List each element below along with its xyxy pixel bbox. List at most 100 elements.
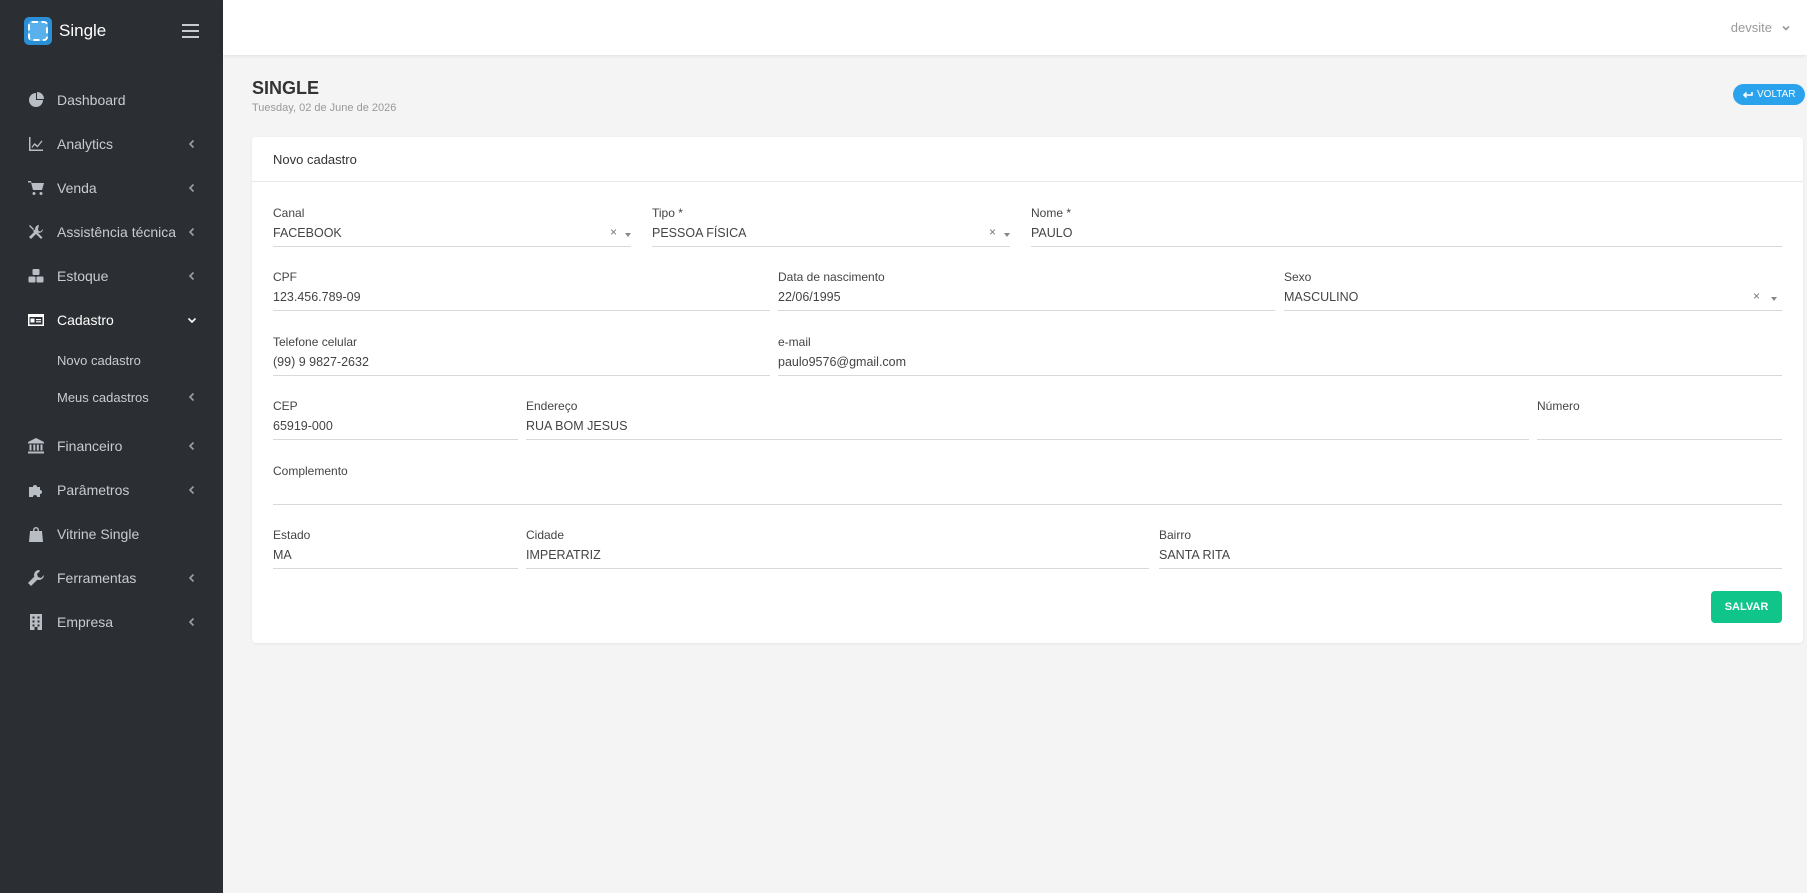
canal-caret-icon[interactable] bbox=[625, 233, 631, 237]
canal-field: Canal FACEBOOK × bbox=[273, 206, 631, 247]
sidebar-item-label: Dashboard bbox=[57, 92, 126, 108]
complemento-input[interactable] bbox=[273, 481, 1782, 505]
sidebar-item-financeiro[interactable]: Financeiro bbox=[0, 424, 223, 468]
sidebar-item-label: Vitrine Single bbox=[57, 526, 140, 542]
endereco-label: Endereço bbox=[526, 399, 578, 413]
sidebar-item-label: Venda bbox=[57, 180, 97, 196]
sexo-field: Sexo MASCULINO × bbox=[1284, 270, 1782, 311]
chevron-down-icon bbox=[1782, 25, 1790, 31]
complemento-label: Complemento bbox=[273, 464, 348, 478]
back-button-label: VOLTAR bbox=[1757, 89, 1796, 100]
telefone-field: Telefone celular (99) 9 9827-2632 bbox=[273, 335, 770, 376]
dashboard-icon bbox=[28, 92, 44, 108]
nascimento-label: Data de nascimento bbox=[778, 270, 885, 284]
chevron-left-icon bbox=[186, 137, 198, 149]
boxes-icon bbox=[28, 268, 44, 284]
cpf-field: CPF 123.456.789-09 bbox=[273, 270, 770, 311]
return-arrow-icon bbox=[1742, 91, 1753, 98]
tipo-select[interactable]: PESSOA FÍSICA bbox=[652, 223, 1010, 247]
numero-input[interactable] bbox=[1537, 416, 1782, 440]
sidebar-item-vitrine-single[interactable]: Vitrine Single bbox=[0, 512, 223, 556]
tools-icon bbox=[28, 224, 44, 240]
wrench-icon bbox=[28, 570, 44, 586]
sidebar-item-label: Meus cadastros bbox=[57, 390, 149, 405]
menu-toggle-icon[interactable] bbox=[182, 24, 199, 38]
brand[interactable]: Single bbox=[0, 0, 223, 62]
sidebar-item-venda[interactable]: Venda bbox=[0, 166, 223, 210]
sidebar-item-parametros[interactable]: Parâmetros bbox=[0, 468, 223, 512]
user-name: devsite bbox=[1730, 20, 1772, 35]
sexo-label: Sexo bbox=[1284, 270, 1312, 284]
chevron-left-icon bbox=[186, 439, 198, 451]
sidebar-item-cadastro[interactable]: Cadastro bbox=[0, 298, 223, 342]
endereco-input[interactable]: RUA BOM JESUS bbox=[526, 416, 1529, 440]
cep-input[interactable]: 65919-000 bbox=[273, 416, 518, 440]
chevron-down-icon bbox=[186, 313, 198, 325]
tipo-field: Tipo * PESSOA FÍSICA × bbox=[652, 206, 1010, 247]
telefone-input[interactable]: (99) 9 9827-2632 bbox=[273, 352, 770, 376]
telefone-label: Telefone celular bbox=[273, 335, 358, 349]
numero-field: Número bbox=[1537, 399, 1782, 440]
chevron-left-icon bbox=[186, 225, 198, 237]
sidebar-item-assistencia-tecnica[interactable]: Assistência técnica bbox=[0, 210, 223, 254]
endereco-field: Endereço RUA BOM JESUS bbox=[526, 399, 1529, 440]
user-menu[interactable]: devsite bbox=[1731, 20, 1791, 35]
complemento-field: Complemento bbox=[273, 464, 1782, 505]
estado-field: Estado MA bbox=[273, 528, 518, 569]
back-button[interactable]: VOLTAR bbox=[1733, 84, 1805, 105]
building-icon bbox=[28, 614, 44, 630]
nascimento-field: Data de nascimento 22/06/1995 bbox=[778, 270, 1275, 311]
cep-label: CEP bbox=[273, 399, 298, 413]
sexo-caret-icon[interactable] bbox=[1771, 297, 1777, 301]
nascimento-input[interactable]: 22/06/1995 bbox=[778, 287, 1275, 311]
nome-input[interactable]: PAULO bbox=[1031, 223, 1782, 247]
chevron-left-icon bbox=[186, 615, 198, 627]
sidebar-item-label: Ferramentas bbox=[57, 570, 137, 586]
chevron-left-icon bbox=[186, 571, 198, 583]
chevron-left-icon bbox=[186, 269, 198, 281]
estado-input[interactable]: MA bbox=[273, 545, 518, 569]
canal-clear-icon[interactable]: × bbox=[610, 225, 617, 239]
cidade-label: Cidade bbox=[526, 528, 565, 542]
nome-label: Nome * bbox=[1031, 206, 1072, 220]
bairro-input[interactable]: SANTA RITA bbox=[1159, 545, 1782, 569]
canal-select[interactable]: FACEBOOK bbox=[273, 223, 631, 247]
cep-field: CEP 65919-000 bbox=[273, 399, 518, 440]
sidebar-item-label: Estoque bbox=[57, 268, 109, 284]
sidebar-subitem-meus-cadastros[interactable]: Meus cadastros bbox=[0, 379, 223, 416]
bairro-label: Bairro bbox=[1159, 528, 1192, 542]
email-input[interactable]: paulo9576@gmail.com bbox=[778, 352, 1782, 376]
card-title: Novo cadastro bbox=[252, 137, 1803, 182]
sidebar-subitem-novo-cadastro[interactable]: Novo cadastro bbox=[0, 342, 223, 379]
email-label: e-mail bbox=[778, 335, 811, 349]
numero-label: Número bbox=[1537, 399, 1580, 413]
shopping-bag-icon bbox=[28, 526, 44, 542]
cidade-field: Cidade IMPERATRIZ bbox=[526, 528, 1149, 569]
brand-name: Single bbox=[59, 21, 107, 40]
id-card-icon bbox=[28, 312, 44, 328]
sidebar-item-label: Assistência técnica bbox=[57, 224, 177, 240]
sexo-clear-icon[interactable]: × bbox=[1753, 289, 1760, 303]
sexo-select[interactable]: MASCULINO bbox=[1284, 287, 1782, 311]
nome-field: Nome * PAULO bbox=[1031, 206, 1782, 247]
form-card: Novo cadastro Canal FACEBOOK × Tipo * PE… bbox=[252, 137, 1803, 643]
sidebar-item-label: Empresa bbox=[57, 614, 114, 630]
chevron-left-icon bbox=[186, 483, 198, 495]
bank-icon bbox=[28, 438, 44, 454]
save-button[interactable]: SALVAR bbox=[1711, 591, 1782, 623]
tipo-clear-icon[interactable]: × bbox=[989, 225, 996, 239]
tipo-caret-icon[interactable] bbox=[1004, 233, 1010, 237]
bairro-field: Bairro SANTA RITA bbox=[1159, 528, 1782, 569]
chart-line-icon bbox=[28, 136, 44, 152]
sidebar-item-empresa[interactable]: Empresa bbox=[0, 600, 223, 644]
sidebar-item-estoque[interactable]: Estoque bbox=[0, 254, 223, 298]
puzzle-icon bbox=[28, 482, 44, 498]
chevron-left-icon bbox=[186, 391, 198, 403]
cidade-input[interactable]: IMPERATRIZ bbox=[526, 545, 1149, 569]
sidebar-item-dashboard[interactable]: Dashboard bbox=[0, 78, 223, 122]
sidebar-item-ferramentas[interactable]: Ferramentas bbox=[0, 556, 223, 600]
estado-label: Estado bbox=[273, 528, 311, 542]
topbar: devsite bbox=[223, 0, 1807, 55]
cpf-input[interactable]: 123.456.789-09 bbox=[273, 287, 770, 311]
sidebar-item-analytics[interactable]: Analytics bbox=[0, 122, 223, 166]
